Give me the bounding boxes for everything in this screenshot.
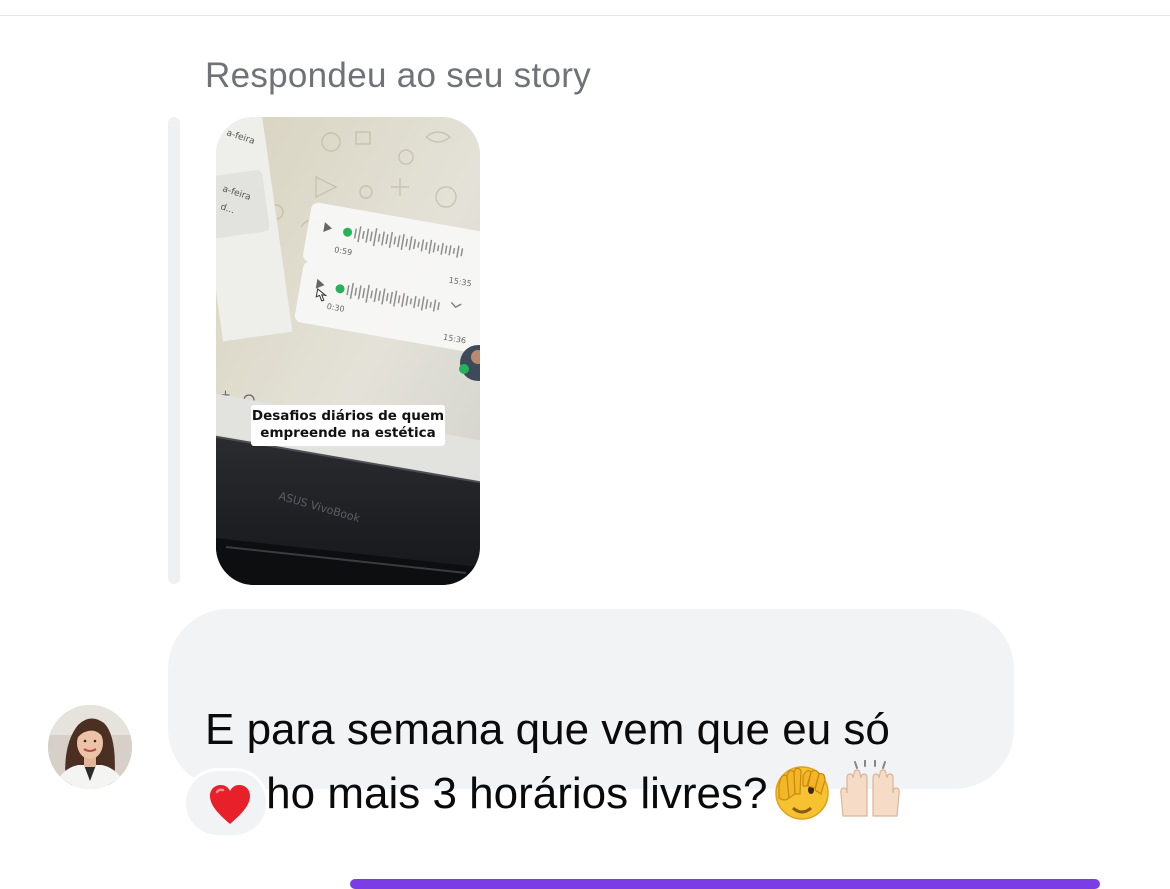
raising-hands-emoji	[837, 759, 903, 838]
message-text: E para semana que vem que eu só tenho ma…	[205, 640, 995, 838]
story-reply-label: Respondeu ao seu story	[205, 56, 592, 95]
avatar-image	[48, 705, 132, 789]
face-with-peeking-eye-emoji	[773, 764, 831, 838]
quote-bar	[168, 117, 180, 584]
red-heart-icon	[210, 785, 250, 824]
story-thumbnail[interactable]: a-feira a-feira d... 0:59 15:35 0:30 15:…	[216, 117, 480, 585]
avatar[interactable]	[48, 705, 132, 789]
story-caption: Desafios diários de quem empreende na es…	[251, 405, 445, 446]
top-divider	[0, 15, 1170, 16]
reaction-badge[interactable]	[183, 768, 269, 838]
next-message-bubble-edge[interactable]	[350, 879, 1100, 889]
story-image: a-feira a-feira d... 0:59 15:35 0:30 15:…	[216, 117, 480, 585]
